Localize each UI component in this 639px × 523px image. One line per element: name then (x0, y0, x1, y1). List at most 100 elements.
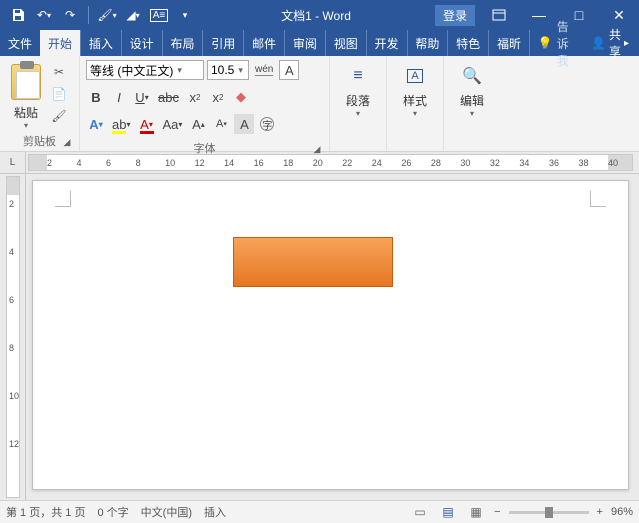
clipboard-group: 粘贴 ▾ ✂ 📄 🖌 剪贴板◢ (0, 56, 80, 151)
brush-icon[interactable]: 🖌▾ (95, 3, 119, 27)
ruler-tick: 12 (195, 158, 205, 168)
phonetic-guide-button[interactable]: wén (252, 60, 276, 80)
italic-button[interactable]: I (109, 87, 129, 107)
ruler-tick: 4 (77, 158, 82, 168)
ribbon-tabs: 文件 开始 插入 设计 布局 引用 邮件 审阅 视图 开发 帮助 特色 福昕 💡… (0, 30, 639, 56)
tool-icon[interactable]: ◢▾ (121, 3, 145, 27)
format-painter-button[interactable]: 🖌 (50, 108, 68, 124)
tab-foxit[interactable]: 福昕 (489, 30, 529, 56)
person-icon: 👤 (591, 36, 606, 50)
document-area: 24681012 (0, 174, 639, 500)
tab-selector[interactable]: L (0, 152, 26, 173)
underline-button[interactable]: U▾ (132, 87, 152, 107)
word-count[interactable]: 0 个字 (97, 504, 128, 520)
clear-formatting-button[interactable]: ◆ (231, 87, 251, 107)
undo-button[interactable]: ↶▾ (32, 3, 56, 27)
ruler-tick: 36 (549, 158, 559, 168)
insert-mode[interactable]: 插入 (204, 504, 226, 520)
zoom-in-button[interactable]: + (597, 506, 603, 518)
page-count[interactable]: 第 1 页，共 1 页 (6, 504, 85, 520)
vruler-tick: 6 (9, 295, 14, 305)
editing-group: 🔍编辑▾ (444, 56, 500, 151)
editing-button[interactable]: 🔍编辑▾ (450, 60, 494, 118)
orange-rectangle-shape[interactable] (233, 237, 393, 287)
language[interactable]: 中文(中国) (141, 504, 192, 520)
zoom-out-button[interactable]: − (494, 506, 500, 518)
zoom-level[interactable]: 96% (611, 506, 633, 518)
tab-developer[interactable]: 开发 (367, 30, 407, 56)
tab-layout[interactable]: 布局 (162, 30, 202, 56)
paragraph-group: ≡段落▾ (330, 56, 387, 151)
subscript-button[interactable]: x2 (185, 87, 205, 107)
login-button[interactable]: 登录 (435, 5, 475, 26)
character-border-button[interactable]: A (279, 60, 299, 80)
font-color-button[interactable]: A▾ (136, 114, 156, 134)
clipboard-launcher[interactable]: ◢ (61, 136, 73, 148)
cut-button[interactable]: ✂ (50, 64, 68, 80)
ruler-tick: 40 (608, 158, 618, 168)
share-button[interactable]: 👤共享▸ (585, 26, 635, 60)
search-icon: 🔍 (462, 66, 482, 86)
tell-me-search[interactable]: 💡告诉我 (530, 18, 585, 69)
tab-references[interactable]: 引用 (203, 30, 243, 56)
tab-file[interactable]: 文件 (0, 30, 40, 56)
quick-access-toolbar: ↶▾ ↷ 🖌▾ ◢▾ A≡ ▾ (0, 3, 197, 27)
bold-button[interactable]: B (86, 87, 106, 107)
ruler-tick: 24 (372, 158, 382, 168)
ruler-tick: 2 (47, 158, 52, 168)
vruler-tick: 8 (9, 343, 14, 353)
highlight-button[interactable]: ab▾ (109, 114, 133, 134)
character-shading-button[interactable]: A (234, 114, 254, 134)
grow-font-button[interactable]: A▴ (188, 114, 208, 134)
ruler-tick: 20 (313, 158, 323, 168)
vruler-tick: 4 (9, 247, 14, 257)
ruler-tick: 28 (431, 158, 441, 168)
superscript-button[interactable]: x2 (208, 87, 228, 107)
lightbulb-icon: 💡 (538, 36, 553, 50)
tab-special[interactable]: 特色 (448, 30, 488, 56)
change-case-button[interactable]: Aa▾ (159, 114, 185, 134)
ruler-tick: 10 (165, 158, 175, 168)
ruler-tick: 22 (342, 158, 352, 168)
vruler-tick: 10 (9, 391, 19, 401)
vruler-tick: 12 (9, 439, 19, 449)
styles-button[interactable]: A样式▾ (393, 60, 437, 118)
read-mode-button[interactable]: ▭ (410, 504, 430, 520)
copy-button[interactable]: 📄 (50, 86, 68, 102)
strikethrough-button[interactable]: abc (155, 87, 182, 107)
margin-mark (55, 191, 71, 207)
tab-design[interactable]: 设计 (122, 30, 162, 56)
tab-mailings[interactable]: 邮件 (244, 30, 284, 56)
ruler-tick: 16 (254, 158, 264, 168)
tab-help[interactable]: 帮助 (407, 30, 447, 56)
tab-view[interactable]: 视图 (326, 30, 366, 56)
font-size-combo[interactable]: 10.5▾ (207, 60, 249, 80)
ruler-tick: 32 (490, 158, 500, 168)
vertical-ruler[interactable]: 24681012 (0, 174, 26, 500)
zoom-slider[interactable] (509, 511, 589, 514)
horizontal-ruler-area: L 246810121416182022242628303234363840 (0, 152, 639, 174)
document-page[interactable] (32, 180, 629, 490)
qat-customize[interactable]: ▾ (173, 3, 197, 27)
font-group: 等线 (中文正文)▾ 10.5▾ wén A B I U▾ abc x2 x2 … (80, 56, 330, 151)
text-effects-button[interactable]: A▾ (86, 114, 106, 134)
font-name-combo[interactable]: 等线 (中文正文)▾ (86, 60, 204, 80)
paragraph-button[interactable]: ≡段落▾ (336, 60, 380, 118)
tab-insert[interactable]: 插入 (81, 30, 121, 56)
print-layout-button[interactable]: ▤ (438, 504, 458, 520)
web-layout-button[interactable]: ▦ (466, 504, 486, 520)
ribbon-display-button[interactable] (479, 0, 519, 30)
save-button[interactable] (6, 3, 30, 27)
styles-icon: A (405, 66, 425, 86)
box-icon[interactable]: A≡ (147, 3, 171, 27)
tab-home[interactable]: 开始 (40, 30, 80, 56)
horizontal-ruler[interactable]: 246810121416182022242628303234363840 (28, 154, 633, 171)
ruler-tick: 8 (136, 158, 141, 168)
paste-button[interactable]: 粘贴 ▾ (6, 60, 46, 130)
shrink-font-button[interactable]: A▾ (211, 114, 231, 134)
redo-button[interactable]: ↷ (58, 3, 82, 27)
ruler-tick: 38 (578, 158, 588, 168)
ribbon: 粘贴 ▾ ✂ 📄 🖌 剪贴板◢ 等线 (中文正文)▾ 10.5▾ wén A B… (0, 56, 639, 152)
enclose-characters-button[interactable]: 字 (257, 114, 277, 134)
tab-review[interactable]: 审阅 (285, 30, 325, 56)
